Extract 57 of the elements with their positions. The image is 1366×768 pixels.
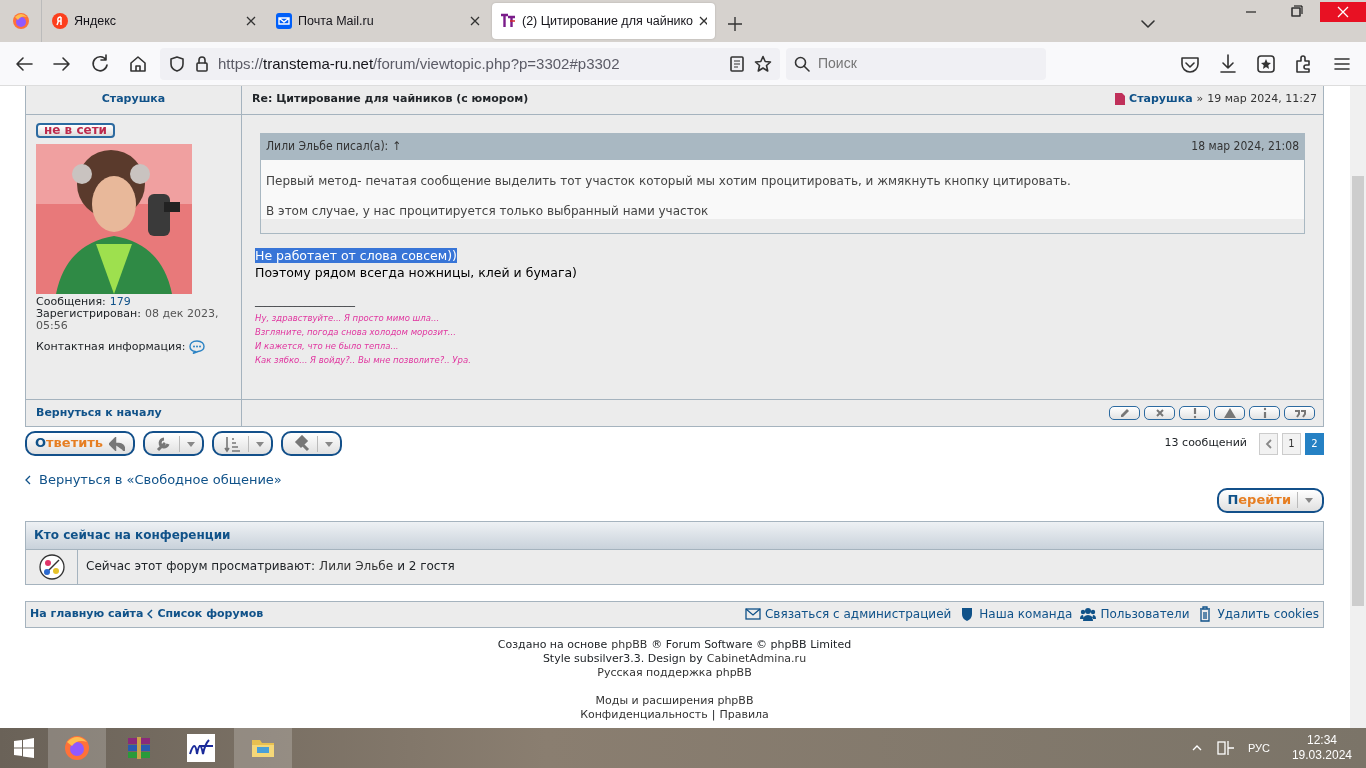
- browser-tab[interactable]: Почта Mail.ru: [268, 3, 488, 39]
- search-field[interactable]: Поиск: [786, 47, 1046, 80]
- online-text: Сейчас этот форум просматривают:: [86, 559, 316, 575]
- footer-link[interactable]: Наша команда: [959, 606, 1073, 623]
- jump-button[interactable]: Перейти: [1217, 487, 1324, 513]
- author-link[interactable]: Старушка: [101, 92, 166, 107]
- byline-separator: »: [1196, 92, 1204, 107]
- footer-link[interactable]: Связаться с администрацией: [744, 606, 952, 623]
- profile-field: Сообщения: 179: [36, 296, 241, 308]
- address-bar[interactable]: https://transtema-ru.net/forum/viewtopic.php?p=3302#p3302: [160, 47, 780, 80]
- author-link[interactable]: Старушка: [1129, 92, 1193, 107]
- credit-text: Создано на основе: [497, 637, 608, 652]
- footer-link[interactable]: Моды и расширения phpBB: [595, 693, 754, 708]
- back-to-forum-link[interactable]: Вернуться в «Свободное общение»: [25, 472, 282, 489]
- signature-text: Как зябко... Я войду?.. Вы мне позволите?.. Ура.: [255, 355, 471, 366]
- quote-author-link[interactable]: Лили Эльбе: [266, 139, 333, 154]
- message-text: Не работает от слова совсем)): [255, 248, 457, 264]
- quote-date: 18 мар 2024, 21:08: [1191, 139, 1299, 155]
- search-input[interactable]: Поиск: [816, 53, 1036, 74]
- browser-tab[interactable]: Яндекс: [44, 3, 264, 39]
- language-indicator[interactable]: РУС: [1247, 740, 1270, 756]
- signature-text: И кажется, что не было тепла...: [255, 341, 399, 352]
- browser-tab[interactable]: (2) Цитирование для чайнико: [492, 3, 716, 39]
- page-button[interactable]: 2: [1305, 432, 1324, 455]
- credit-text: Style subsilver3.3. Design by: [542, 651, 703, 666]
- footer-link[interactable]: Русская поддержка phpBB: [597, 665, 752, 680]
- post-count: 13 сообщений: [1164, 436, 1247, 451]
- status-badge: не в сети: [36, 123, 115, 138]
- post-date: 19 мар 2024, 11:27: [1207, 92, 1317, 107]
- reply-button[interactable]: Ответить: [25, 431, 136, 456]
- footer-link[interactable]: Удалить cookies: [1197, 606, 1319, 623]
- signature-rule: ____________________: [255, 295, 355, 308]
- footer-link[interactable]: phpBB: [611, 637, 648, 652]
- online-text: и 2 гостя: [397, 559, 455, 575]
- quote-wrote-label: писал(а):: [335, 139, 389, 154]
- section-header: Кто сейчас на конференции: [26, 521, 1323, 550]
- signature-text: Взгляните, погода снова холодом морозит...: [255, 327, 456, 338]
- footer-link[interactable]: CabinetAdmina.ru: [706, 651, 807, 666]
- footer-link[interactable]: Пользователи: [1080, 606, 1190, 623]
- signature-text: Ну, здравствуйте... Я просто мимо шла...: [255, 313, 440, 324]
- credit-text: |: [711, 707, 716, 722]
- user-link[interactable]: Лили Эльбе: [319, 559, 394, 575]
- footer-link[interactable]: На главную сайта: [30, 607, 144, 622]
- message-text: Поэтому рядом всегда ножницы, клей и бумага): [255, 265, 577, 281]
- post-title: Re: Цитирование для чайников (с юмором): [252, 92, 529, 107]
- quote-source-link[interactable]: ↑: [392, 139, 402, 154]
- footer-link[interactable]: Список форумов: [157, 607, 264, 622]
- back-to-top-link[interactable]: Вернуться к началу: [36, 405, 162, 421]
- credit-text: ® Forum Software © phpBB Limited: [651, 637, 852, 652]
- page-button[interactable]: 1: [1282, 432, 1301, 455]
- profile-label: Контактная информация:: [36, 341, 186, 353]
- footer-link[interactable]: Конфиденциальность: [580, 707, 708, 722]
- quote-text: В этом случае, у нас процитируется только выбранный нами участок: [266, 203, 710, 220]
- footer-link[interactable]: Правила: [719, 707, 769, 722]
- profile-field: Зарегистрирован: 08 дек 2023, 05:56: [36, 308, 241, 332]
- clock[interactable]: 12:34 19.03.2024: [1291, 733, 1352, 763]
- quote-text: Первый метод- печатая сообщение выделить тот участок который мы хотим процитировать, и жмякнуть кнопку цитировать.: [266, 174, 1072, 190]
